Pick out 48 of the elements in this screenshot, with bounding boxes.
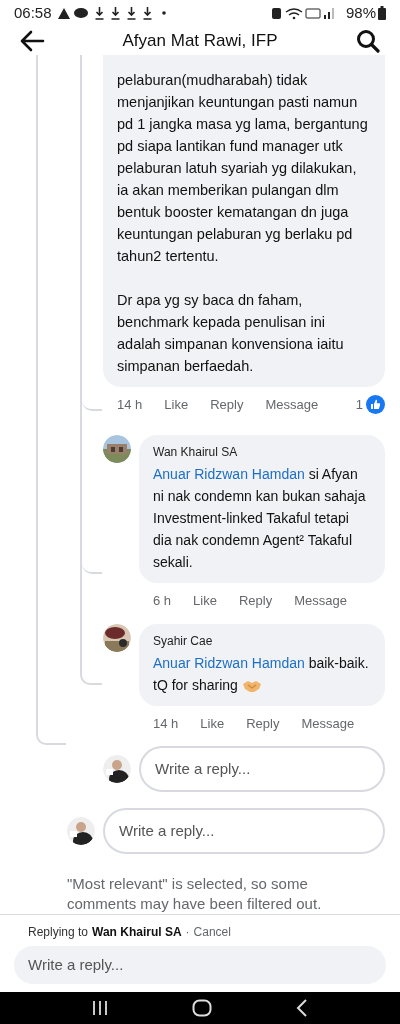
recent-apps-icon	[92, 999, 108, 1016]
comment-bubble: pelaburan(mudharabah) tidak menjanjikan keuntungan pasti namun pd 1 jangka masa yg lama, bergantung pd siapa lantikan fund manager utk pelaburan latuh syariah yg dilakukan, ia akan memberikan pulangan dlm bentuk booster kematangan dn juga keuntungan pelaburan yg berlaku pd tahun2 tertentu. Dr apa yg sy baca dn faham, benchmark kepada penulisan ini adalah simpanan konvensiona iaitu simpanan berfaedah.	[103, 55, 385, 388]
action-link[interactable]: Reply	[246, 714, 280, 734]
reply-text: Anuar Ridzwan Hamdan baik-baik. tQ for sharing	[153, 654, 370, 696]
download-icon	[126, 6, 136, 20]
back-arrow-icon	[19, 29, 45, 52]
action-link[interactable]: Like	[200, 714, 225, 734]
like-count: 1	[355, 396, 363, 415]
cancel-link[interactable]: Cancel	[193, 922, 231, 941]
action-link[interactable]: Reply	[238, 590, 273, 611]
mention-link[interactable]: Anuar Ridzwan Hamdan	[153, 655, 305, 672]
separator-dot: ·	[185, 923, 190, 941]
reply-text: Anuar Ridzwan Hamdan si Afyan ni nak condemn kan bukan sahaja Investment-linked Takaful tetapi dia nak condemn Agent² Takaful sekali.	[153, 464, 367, 572]
reply-input-field[interactable]: Write a reply...	[139, 745, 385, 792]
author-name: Syahir Cae	[153, 633, 214, 651]
timestamp: 14 h	[117, 396, 143, 415]
handshake-icon	[241, 679, 262, 694]
reply-input-field[interactable]: Write a reply...	[14, 945, 386, 984]
battery-level: 98%	[345, 2, 376, 23]
replying-label: Replying to	[28, 923, 89, 941]
home-icon	[192, 998, 212, 1017]
battery-icon	[378, 6, 386, 21]
back-icon	[296, 998, 308, 1017]
home-button[interactable]	[192, 998, 212, 1017]
dot-icon	[161, 11, 166, 16]
reply-input-field[interactable]: Write a reply...	[103, 807, 385, 854]
download-icon	[110, 6, 120, 20]
action-link[interactable]: Like	[164, 395, 189, 415]
back-nav-button[interactable]	[296, 998, 308, 1017]
warning-icon	[57, 7, 70, 20]
mention-link[interactable]: Anuar Ridzwan Hamdan	[153, 465, 305, 482]
download-icon	[94, 6, 104, 20]
author-name: Wan Khairul SA	[153, 443, 239, 461]
thumbs-up-icon	[366, 395, 385, 415]
recent-apps-button[interactable]	[92, 999, 108, 1016]
search-icon	[356, 28, 380, 53]
action-link[interactable]: Like	[193, 590, 217, 611]
filter-notice: "Most relevant" is selected, so some comments may have been filtered out.	[67, 873, 323, 914]
action-link[interactable]: Message	[301, 714, 355, 734]
action-link[interactable]: Message	[294, 590, 347, 611]
timestamp: 14 h	[153, 715, 179, 734]
action-link[interactable]: Message	[265, 395, 319, 415]
timestamp: 6 h	[153, 591, 172, 610]
clock: 06:58	[14, 2, 52, 23]
action-link[interactable]: Reply	[210, 395, 244, 415]
download-icon	[142, 6, 152, 20]
replying-name: Wan Khairul SA	[92, 923, 182, 941]
page-title: Afyan Mat Rawi, IFP	[121, 29, 279, 52]
